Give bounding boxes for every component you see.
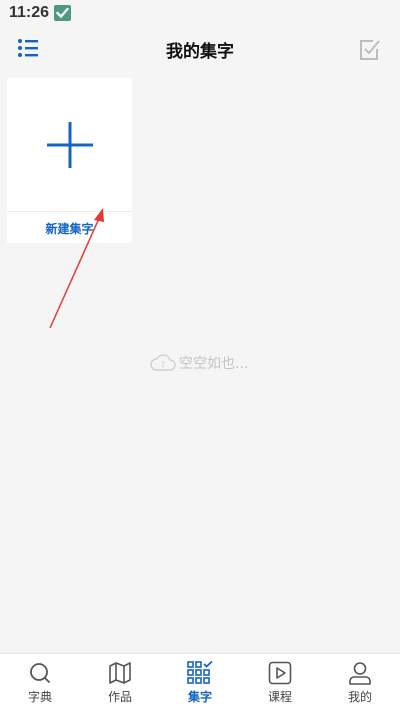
empty-state: ? 空空如也... xyxy=(150,352,248,374)
nav-item-courses[interactable]: 课程 xyxy=(240,654,320,711)
search-icon xyxy=(30,663,50,683)
nav-label: 我的 xyxy=(347,690,372,704)
new-collection-label: 新建集字 xyxy=(45,222,94,236)
empty-state-text: 空空如也... xyxy=(179,356,249,372)
nav-label: 课程 xyxy=(267,690,292,704)
svg-text:?: ? xyxy=(161,361,166,371)
person-icon xyxy=(349,662,371,685)
title-bar: 我的集字 xyxy=(0,26,400,72)
bottom-nav: 字典 作品 集字 课程 我的 xyxy=(0,653,400,711)
new-collection-card[interactable]: 新建集字 xyxy=(7,78,132,243)
play-icon xyxy=(268,661,292,685)
nav-item-dictionary[interactable]: 字典 xyxy=(0,654,80,711)
nav-item-works[interactable]: 作品 xyxy=(80,654,160,711)
status-time: 11:26 xyxy=(9,4,50,21)
cloud-question-icon: ? xyxy=(150,354,176,371)
page-title: 我的集字 xyxy=(166,42,234,62)
checkbox-edit-icon xyxy=(360,40,380,60)
status-bar: 11:26 xyxy=(0,0,400,26)
grid-check-icon xyxy=(187,661,213,684)
nav-item-profile[interactable]: 我的 xyxy=(320,654,400,711)
nav-label: 字典 xyxy=(27,690,52,704)
edit-select-button[interactable] xyxy=(356,37,384,63)
nav-item-collect[interactable]: 集字 xyxy=(160,654,240,711)
plus-icon xyxy=(47,122,93,168)
notification-check-icon xyxy=(54,5,71,21)
map-icon xyxy=(109,662,131,684)
nav-label: 集字 xyxy=(187,690,212,704)
card-divider xyxy=(7,211,132,212)
nav-label: 作品 xyxy=(107,690,132,704)
